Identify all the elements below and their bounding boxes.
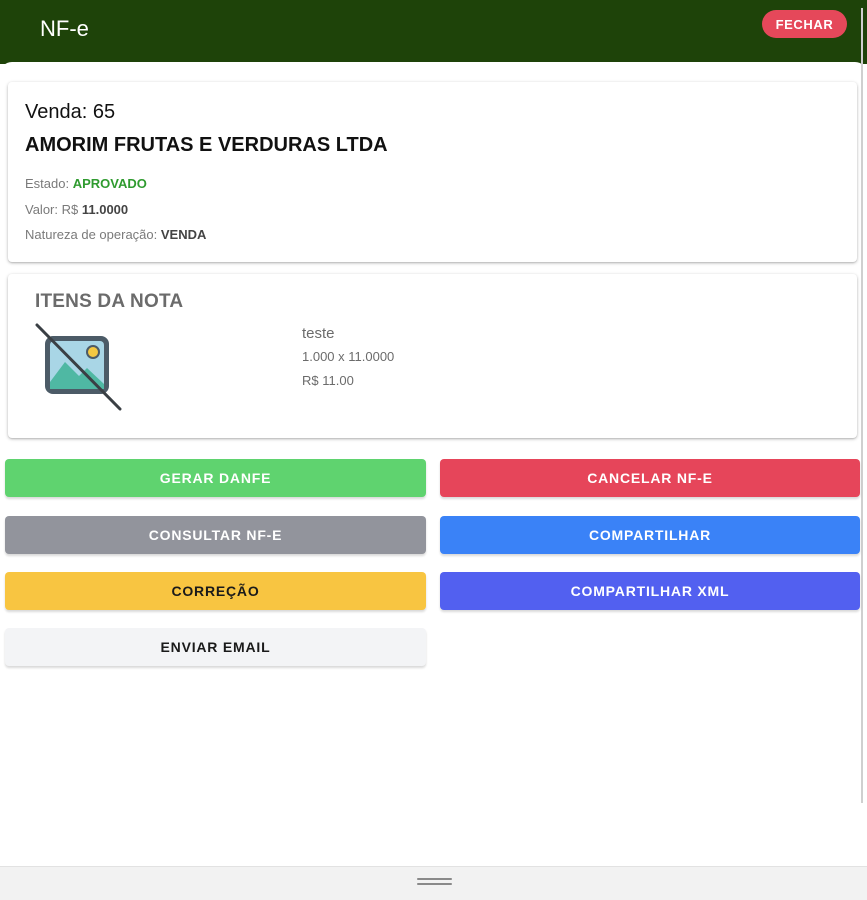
sale-number: Venda: 65: [25, 101, 116, 123]
operation-row: Natureza de operação: VENDA: [25, 227, 206, 242]
consultar-nfe-button[interactable]: CONSULTAR NF-E: [5, 516, 426, 554]
scrollbar[interactable]: [861, 8, 863, 803]
item-price: R$ 11.00: [302, 373, 354, 388]
correcao-button[interactable]: CORREÇÃO: [5, 572, 426, 610]
operation-label: Natureza de operação:: [25, 227, 158, 242]
sale-card: Venda: 65 AMORIM FRUTAS E VERDURAS LTDA …: [8, 82, 857, 262]
item-name: teste: [302, 325, 335, 342]
operation-value: VENDA: [160, 227, 207, 242]
close-button[interactable]: FECHAR: [762, 10, 847, 38]
items-card: ITENS DA NOTA teste 1.000 x 11.0000 R$ 1…: [8, 274, 857, 438]
gerar-danfe-button[interactable]: GERAR DANFE: [5, 459, 426, 497]
status-badge: APROVADO: [72, 176, 147, 191]
item-quantity: 1.000 x 11.0000: [302, 349, 395, 364]
drag-handle-icon[interactable]: [417, 878, 452, 886]
compartilhar-button[interactable]: COMPARTILHAR: [440, 516, 860, 554]
app-header: NF-e FECHAR: [0, 0, 867, 64]
value-amount: 11.0000: [81, 202, 129, 217]
no-image-icon: [35, 322, 125, 412]
customer-name: AMORIM FRUTAS E VERDURAS LTDA: [25, 134, 388, 156]
compartilhar-xml-button[interactable]: COMPARTILHAR XML: [440, 572, 860, 610]
cancelar-nfe-button[interactable]: CANCELAR NF-E: [440, 459, 860, 497]
status-row: Estado: APROVADO: [25, 176, 147, 191]
value-label: Valor: R$: [25, 202, 79, 217]
value-row: Valor: R$ 11.0000: [25, 202, 128, 217]
status-label: Estado:: [25, 176, 70, 191]
page-title: NF-e: [40, 16, 89, 41]
enviar-email-button[interactable]: ENVIAR EMAIL: [5, 628, 426, 666]
items-title: ITENS DA NOTA: [35, 291, 184, 312]
